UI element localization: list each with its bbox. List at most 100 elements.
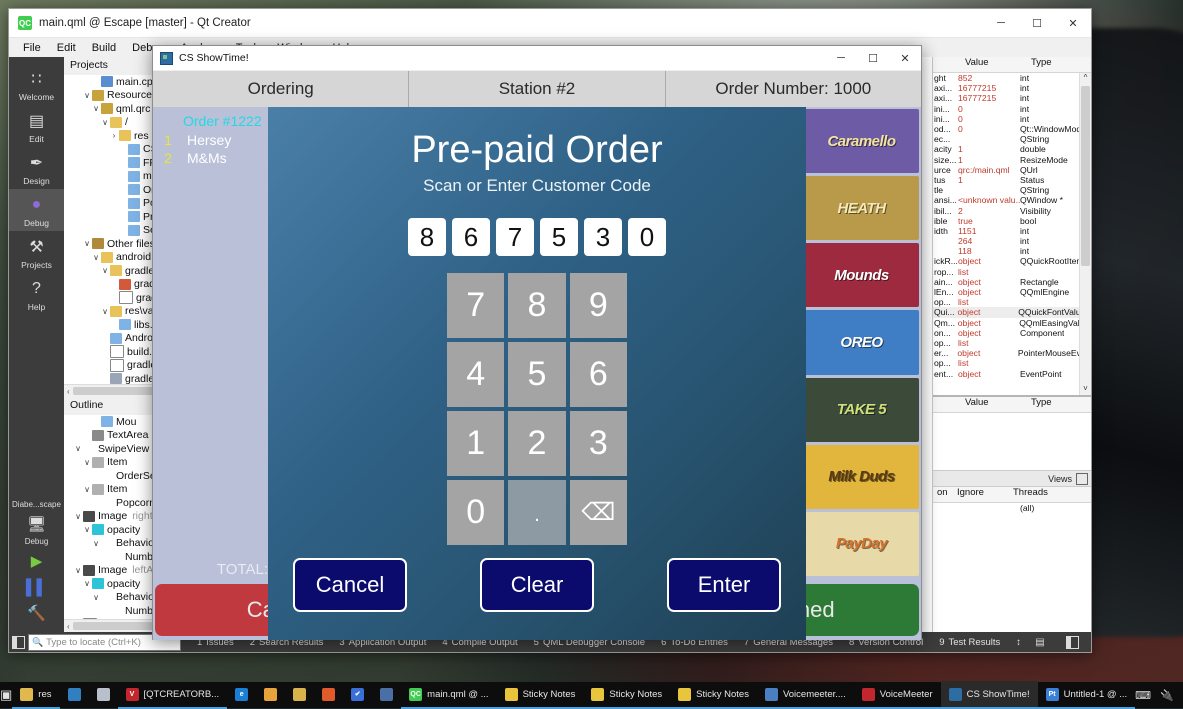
chevron-icon[interactable]: ∨: [82, 579, 92, 588]
taskbar-item-sticky-notes[interactable]: Sticky Notes: [583, 681, 670, 709]
taskbar-item[interactable]: [256, 681, 285, 709]
chevron-icon[interactable]: ∨: [91, 593, 101, 602]
taskbar-item-untitled-1[interactable]: PtUntitled-1 @ ...: [1038, 681, 1136, 709]
taskbar-item[interactable]: [89, 681, 118, 709]
table-row[interactable]: 264int: [933, 236, 1091, 246]
table-row[interactable]: tus1Status: [933, 175, 1091, 185]
sidebar-toggle-icon[interactable]: [9, 632, 28, 652]
table-row[interactable]: 118int: [933, 246, 1091, 256]
taskbar-item-main-qml[interactable]: QCmain.qml @ ...: [401, 681, 496, 709]
key-1[interactable]: 1: [447, 411, 504, 476]
chevron-icon[interactable]: ∨: [82, 525, 92, 534]
tray-icon[interactable]: ⌨: [1135, 689, 1151, 702]
chevron-icon[interactable]: ∨: [100, 266, 110, 275]
key-9[interactable]: 9: [570, 273, 627, 338]
chevron-icon[interactable]: ›: [109, 131, 119, 140]
debug-icon[interactable]: ▌▌: [9, 574, 64, 600]
table-row[interactable]: size...1ResizeMode: [933, 155, 1091, 165]
hammer-icon[interactable]: 🔨: [9, 600, 64, 626]
table-row[interactable]: op...list: [933, 338, 1091, 348]
output-resize-icon[interactable]: ▤: [1029, 632, 1051, 652]
taskbar-item--qtcreatorb[interactable]: V[QTCREATORB...: [118, 681, 228, 709]
table-row[interactable]: idth1151int: [933, 226, 1091, 236]
kit-target-icon[interactable]: 🖥: [9, 511, 64, 537]
table-row[interactable]: (all): [933, 503, 1091, 513]
key-7[interactable]: 7: [447, 273, 504, 338]
modal-enter-button[interactable]: Enter: [667, 558, 781, 612]
mode-design[interactable]: ✒Design: [9, 147, 64, 189]
numeric-keypad[interactable]: 7894561230.⌫: [447, 273, 627, 545]
play-icon[interactable]: ▶: [9, 548, 64, 574]
table-row[interactable]: ibil...2Visibility: [933, 205, 1091, 215]
mode-projects[interactable]: ⚒Projects: [9, 231, 64, 273]
key-8[interactable]: 8: [508, 273, 565, 338]
key-0[interactable]: 0: [447, 480, 504, 545]
mode-help[interactable]: ?Help: [9, 273, 64, 315]
menu-build[interactable]: Build: [84, 40, 124, 56]
scroll-down-icon[interactable]: ˅: [1080, 384, 1091, 395]
chevron-icon[interactable]: ∨: [91, 539, 101, 548]
table-row[interactable]: ickR...objectQQuickRootItem: [933, 256, 1091, 266]
app-maximize-button[interactable]: ☐: [857, 46, 889, 70]
modal-cancel-button[interactable]: Cancel: [293, 558, 407, 612]
taskbar-item-voicemeeter[interactable]: VoiceMeeter: [854, 681, 941, 709]
table-row[interactable]: ec...QString: [933, 134, 1091, 144]
key-3[interactable]: 3: [570, 411, 627, 476]
qt-maximize-button[interactable]: ☐: [1019, 9, 1055, 37]
table-row[interactable]: axi...16777215int: [933, 93, 1091, 103]
list-item[interactable]: 1Hersey: [153, 131, 268, 149]
table-row[interactable]: axi...16777215int: [933, 83, 1091, 93]
mode-edit[interactable]: ▤Edit: [9, 105, 64, 147]
breakpoints-table[interactable]: (all): [933, 503, 1091, 632]
candy-selection-column[interactable]: CaramelloHEATHMoundsOREOTAKE 5Milk DudsP…: [802, 107, 921, 578]
chevron-icon[interactable]: ∨: [91, 104, 101, 113]
key-5[interactable]: 5: [508, 342, 565, 407]
candy-item[interactable]: Caramello: [804, 109, 919, 173]
list-item[interactable]: 2M&Ms: [153, 149, 268, 167]
key-4[interactable]: 4: [447, 342, 504, 407]
mode-debug[interactable]: ●Debug: [9, 189, 64, 231]
table-row[interactable]: lEn...objectQQmlEngine: [933, 287, 1091, 297]
chevron-icon[interactable]: ∨: [82, 91, 92, 100]
candy-item[interactable]: OREO: [804, 310, 919, 374]
table-row[interactable]: er...objectPointerMouseEve...: [933, 348, 1091, 358]
chevron-icon[interactable]: ∨: [73, 566, 83, 575]
candy-item[interactable]: Milk Duds: [804, 445, 919, 509]
table-row[interactable]: tleQString: [933, 185, 1091, 195]
debugger-vscrollbar[interactable]: ^ ˅: [1079, 73, 1091, 395]
taskbar-item-res[interactable]: res: [12, 681, 59, 709]
qt-close-button[interactable]: ✕: [1055, 9, 1091, 37]
backspace-key[interactable]: ⌫: [570, 480, 627, 545]
menu-file[interactable]: File: [15, 40, 49, 56]
table-row[interactable]: ini...0int: [933, 114, 1091, 124]
taskbar-item[interactable]: [372, 681, 401, 709]
decimal-key[interactable]: .: [508, 480, 565, 545]
taskbar-item[interactable]: [285, 681, 314, 709]
debugger-lower-col-value[interactable]: Value: [961, 397, 1027, 412]
candy-item[interactable]: Mounds: [804, 243, 919, 307]
output-pane-test-results[interactable]: 9Test Results: [931, 637, 1008, 648]
table-row[interactable]: op...list: [933, 297, 1091, 307]
taskbar-item-cs-showtime[interactable]: CS ShowTime!: [941, 681, 1038, 709]
topbar-station[interactable]: Station #2: [409, 71, 665, 107]
key-6[interactable]: 6: [570, 342, 627, 407]
mode-welcome[interactable]: ∷Welcome: [9, 63, 64, 105]
table-row[interactable]: ansi...<unknown valu...QWindow *: [933, 195, 1091, 205]
table-row[interactable]: Qui...objectQQuickFontValue...: [933, 307, 1091, 317]
chevron-icon[interactable]: ∨: [82, 239, 92, 248]
table-row[interactable]: op...list: [933, 358, 1091, 368]
menu-edit[interactable]: Edit: [49, 40, 84, 56]
table-row[interactable]: on...objectComponent: [933, 328, 1091, 338]
table-row[interactable]: rop...list: [933, 267, 1091, 277]
views-icon[interactable]: [1076, 473, 1088, 485]
debugger-locals-table[interactable]: ght852intaxi...16777215intaxi...16777215…: [933, 73, 1091, 395]
app-minimize-button[interactable]: ─: [825, 46, 857, 70]
chevron-icon[interactable]: ∨: [100, 118, 110, 127]
debugger-col-value[interactable]: Value: [961, 57, 1027, 72]
taskbar-item[interactable]: [60, 681, 89, 709]
table-row[interactable]: acity1double: [933, 144, 1091, 154]
taskbar-item-voicemeeter[interactable]: Voicemeeter....: [757, 681, 854, 709]
table-row[interactable]: Qm...objectQQmlEasingValu...: [933, 318, 1091, 328]
taskbar-item[interactable]: [314, 681, 343, 709]
breakpoint-col-ignore[interactable]: Ignore: [953, 487, 1009, 502]
